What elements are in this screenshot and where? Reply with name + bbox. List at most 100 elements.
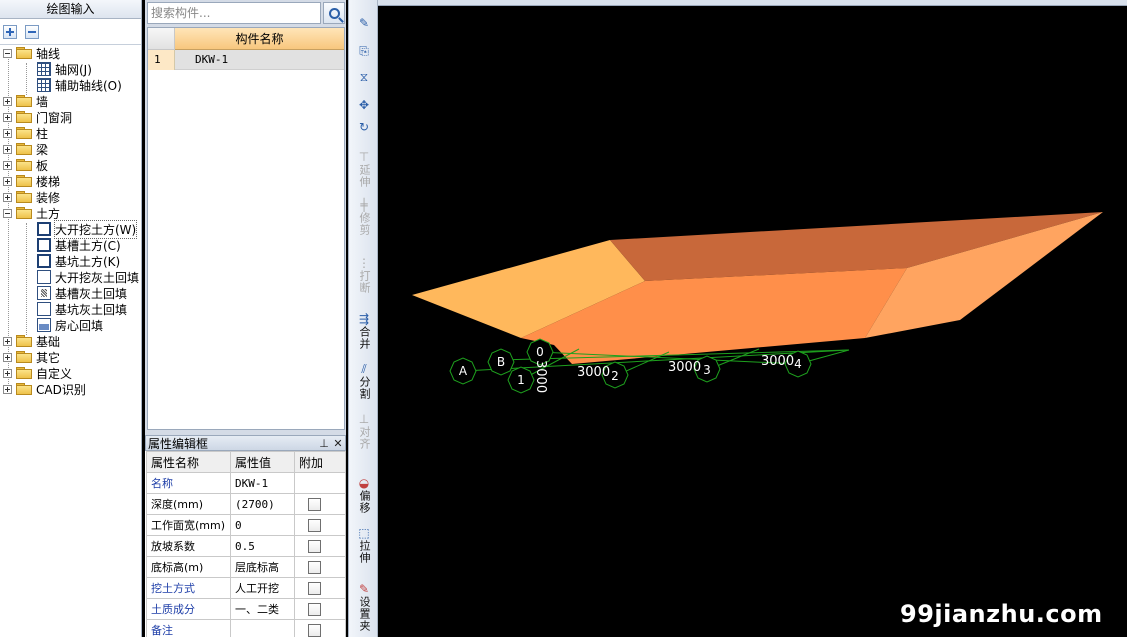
- modify-toolbar: ✎ ⎘ ⧖ ✥ ↻ ⊤ 延伸 ╪ 修剪 ⋮ 打断 ⇶ 合并 ⫽ 分割 ⊥ 对齐 …: [348, 0, 378, 637]
- expand-icon[interactable]: [3, 368, 12, 378]
- offset-button[interactable]: ◒ 偏移: [353, 476, 375, 514]
- property-row[interactable]: 备注: [146, 619, 346, 637]
- extra-checkbox[interactable]: [308, 602, 321, 616]
- tree-node-stairs[interactable]: 楼梯: [3, 173, 60, 189]
- tree-node-slab[interactable]: 板: [3, 157, 48, 173]
- tree-node-wall[interactable]: 墙: [3, 93, 48, 109]
- tree-node-axis[interactable]: 轴线: [3, 45, 60, 61]
- extra-checkbox[interactable]: [308, 497, 321, 511]
- property-value[interactable]: DKW-1: [230, 472, 295, 494]
- tree-node-trench-backfill[interactable]: 基槽灰土回填: [37, 285, 127, 301]
- property-value[interactable]: (2700): [230, 493, 295, 515]
- stretch-button[interactable]: ⬚ 拉伸: [353, 526, 375, 564]
- expand-icon[interactable]: [3, 96, 12, 106]
- tree-node-axis-grid[interactable]: 轴网(J): [37, 61, 92, 77]
- trim-button[interactable]: ╪ 修剪: [353, 198, 375, 236]
- extra-checkbox[interactable]: [308, 623, 321, 637]
- expand-icon[interactable]: [3, 192, 12, 202]
- expand-icon[interactable]: [3, 128, 12, 138]
- property-value[interactable]: 层底标高: [230, 556, 295, 578]
- tree-node-foundation[interactable]: 基础: [3, 333, 60, 349]
- tree-node-cad-recognition[interactable]: CAD识别: [3, 381, 86, 397]
- axis-label-0: 0: [536, 345, 544, 359]
- expand-icon[interactable]: [3, 176, 12, 186]
- property-table-header: 属性名称 属性值 附加: [146, 451, 346, 473]
- tree-node-column[interactable]: 柱: [3, 125, 48, 141]
- dimension-label-vertical: 3000: [533, 360, 548, 393]
- expand-icon[interactable]: [3, 384, 12, 394]
- tree-node-custom[interactable]: 自定义: [3, 365, 72, 381]
- table-row[interactable]: 1 DKW-1: [148, 50, 344, 70]
- property-row[interactable]: 工作面宽(mm) 0: [146, 514, 346, 536]
- tree-node-mass-excavation[interactable]: 大开挖土方(W): [37, 219, 138, 239]
- property-row[interactable]: 深度(mm) (2700): [146, 493, 346, 515]
- pin-icon[interactable]: ⊥: [317, 437, 331, 450]
- tree-node-trench-excavation[interactable]: 基槽土方(C): [37, 237, 121, 253]
- folder-icon: [16, 383, 32, 395]
- merge-button[interactable]: ⇶ 合并: [353, 312, 375, 350]
- expand-icon[interactable]: [3, 144, 12, 154]
- tree-node-other[interactable]: 其它: [3, 349, 60, 365]
- tree-node-mass-backfill[interactable]: 大开挖灰土回填: [37, 269, 139, 285]
- property-row[interactable]: 放坡系数 0.5: [146, 535, 346, 557]
- close-icon[interactable]: ✕: [331, 437, 345, 450]
- extra-checkbox[interactable]: [308, 539, 321, 553]
- axis-label-1: 1: [517, 373, 525, 387]
- tree-node-aux-axis[interactable]: 辅助轴线(O): [37, 77, 122, 93]
- property-row[interactable]: 底标高(m) 层底标高: [146, 556, 346, 578]
- extra-checkbox[interactable]: [308, 560, 321, 574]
- tree-node-pit-excavation[interactable]: 基坑土方(K): [37, 253, 120, 269]
- break-button[interactable]: ⋮ 打断: [353, 256, 375, 294]
- component-name-cell[interactable]: DKW-1: [175, 50, 344, 70]
- extend-icon: ⊤: [358, 150, 370, 164]
- property-row[interactable]: 土质成分 一、二类: [146, 598, 346, 620]
- row-index: 1: [148, 50, 175, 70]
- extra-checkbox[interactable]: [308, 518, 321, 532]
- property-value[interactable]: 人工开挖: [230, 577, 295, 599]
- search-input[interactable]: 搜索构件...: [147, 2, 321, 24]
- rotate-tool[interactable]: ↻: [353, 120, 375, 134]
- move-tool[interactable]: ✥: [353, 98, 375, 112]
- property-extra-cell: [294, 472, 346, 494]
- expand-icon[interactable]: [3, 352, 12, 362]
- collapse-icon[interactable]: [3, 208, 12, 218]
- expand-icon[interactable]: [3, 336, 12, 346]
- merge-icon: ⇶: [358, 312, 370, 326]
- tree-node-earthwork[interactable]: 土方: [3, 205, 60, 221]
- property-row[interactable]: 挖土方式 人工开挖: [146, 577, 346, 599]
- mirror-tool[interactable]: ⧖: [353, 70, 375, 84]
- property-value[interactable]: [230, 619, 295, 637]
- axis-label-A: A: [459, 364, 468, 378]
- extend-button[interactable]: ⊤ 延伸: [353, 150, 375, 188]
- component-name-header[interactable]: 构件名称: [175, 28, 344, 50]
- mirror-copy-tool[interactable]: ⎘: [353, 44, 375, 58]
- tree-node-decoration[interactable]: 装修: [3, 189, 60, 205]
- collapse-icon[interactable]: [3, 48, 12, 58]
- search-button[interactable]: [323, 2, 345, 24]
- property-row[interactable]: 名称 DKW-1: [146, 472, 346, 494]
- search-icon: [328, 7, 340, 19]
- tree-node-beam[interactable]: 梁: [3, 141, 48, 157]
- split-button[interactable]: ⫽ 分割: [353, 362, 375, 400]
- expand-all-icon[interactable]: [3, 24, 17, 39]
- 3d-viewport[interactable]: A B 0 1 2 3 4 3000 3000 3000 3000: [379, 7, 1127, 637]
- folder-icon: [16, 207, 32, 219]
- folder-icon: [16, 191, 32, 203]
- expand-icon[interactable]: [3, 112, 12, 122]
- tree-node-openings[interactable]: 门窗洞: [3, 109, 72, 125]
- align-button[interactable]: ⊥ 对齐: [353, 412, 375, 450]
- expand-icon[interactable]: [3, 160, 12, 170]
- property-value[interactable]: 一、二类: [230, 598, 295, 620]
- axis-label-3: 3: [703, 363, 711, 377]
- tree-node-room-backfill[interactable]: 房心回填: [37, 317, 103, 333]
- axis-label-2: 2: [611, 369, 619, 383]
- watermark-logo: 99jianzhu.com: [900, 600, 1103, 628]
- property-value[interactable]: 0: [230, 514, 295, 536]
- property-editor-title: 属性编辑框: [148, 436, 209, 451]
- tree-node-pit-backfill[interactable]: 基坑灰土回填: [37, 301, 127, 317]
- grip-button[interactable]: ✎ 设置夹: [353, 582, 375, 632]
- collapse-all-icon[interactable]: [25, 24, 39, 39]
- pencil-tool[interactable]: ✎: [353, 16, 375, 30]
- extra-checkbox[interactable]: [308, 581, 321, 595]
- property-value[interactable]: 0.5: [230, 535, 295, 557]
